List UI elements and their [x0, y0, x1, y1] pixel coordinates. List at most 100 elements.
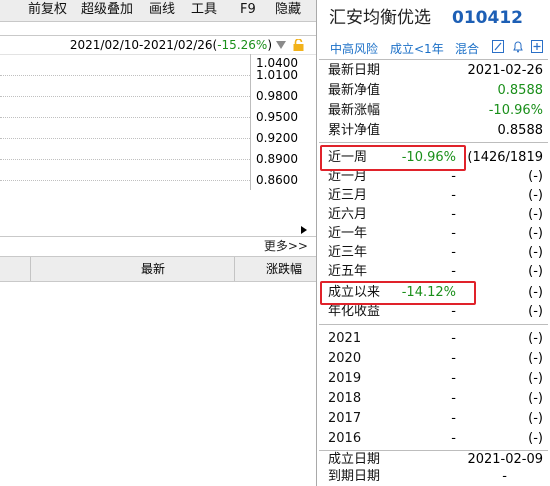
chart-panel: 前复权 超级叠加 画线 工具 F9 隐藏 2021/02/10-2021/02/…: [0, 0, 316, 486]
range-dropdown-icon[interactable]: [276, 41, 286, 49]
menu-hide[interactable]: 隐藏: [275, 2, 301, 18]
y-tick-label: 0.9800: [256, 89, 298, 103]
row-rank: (-): [528, 331, 543, 346]
row-label: 2016: [328, 431, 362, 446]
row-value: -: [451, 207, 456, 222]
gridline: [0, 117, 250, 118]
col-header-latest[interactable]: 最新: [141, 261, 165, 277]
year-row-2021[interactable]: 2021 - (-): [317, 329, 550, 348]
year-row-2020[interactable]: 2020 - (-): [317, 349, 550, 368]
column-separator[interactable]: [30, 257, 31, 281]
menu-f9[interactable]: F9: [240, 2, 256, 18]
row-value: -: [451, 331, 456, 346]
period-row-5y[interactable]: 近五年 - (-): [317, 262, 550, 281]
footer-row-maturity-date: 到期日期 -: [317, 467, 550, 486]
range-change: -15.26%: [217, 38, 268, 52]
row-rank: (-): [528, 431, 543, 446]
fund-info-panel: 汇安均衡优选 010412 中高风险 成立<1年 混合 最新日期 2021-02…: [316, 0, 550, 486]
row-rank: (1426/1819: [467, 150, 543, 165]
fund-name: 汇安均衡优选: [329, 8, 431, 28]
period-row-6m[interactable]: 近六月 - (-): [317, 205, 550, 224]
y-tick-label: 1.0100: [256, 68, 298, 82]
row-value: -: [451, 245, 456, 260]
row-value: -: [451, 264, 456, 279]
row-value: -: [451, 411, 456, 426]
row-label: 近三月: [328, 188, 368, 203]
gridline: [0, 96, 250, 97]
row-rank: (-): [528, 391, 543, 406]
divider: [319, 324, 548, 325]
row-label: 2020: [328, 351, 362, 366]
row-label: 近六月: [328, 207, 368, 222]
row-label: 最新净值: [328, 83, 381, 98]
row-value: -10.96%: [488, 103, 543, 118]
y-tick-label: 0.8600: [256, 173, 298, 187]
row-rank: (-): [528, 285, 543, 300]
summary-row-latest-date: 最新日期 2021-02-26: [317, 61, 550, 80]
row-label: 2019: [328, 371, 362, 386]
menu-bar: 前复权 超级叠加 画线 工具 F9 隐藏: [0, 0, 316, 22]
highlight-box: [320, 281, 476, 305]
row-value: -: [451, 371, 456, 386]
row-rank: (-): [528, 207, 543, 222]
column-separator[interactable]: [234, 257, 235, 281]
row-rank: (-): [528, 351, 543, 366]
gridline: [0, 159, 250, 160]
row-value: -: [451, 351, 456, 366]
year-row-2017[interactable]: 2017 - (-): [317, 409, 550, 428]
date-range-bar: 2021/02/10-2021/02/26(-15.26%): [0, 35, 316, 55]
row-value: -: [502, 469, 507, 484]
row-label: 2021: [328, 331, 362, 346]
row-value: -: [451, 188, 456, 203]
gridline: [0, 138, 250, 139]
menu-super-overlay[interactable]: 超级叠加: [81, 2, 133, 18]
table-header: 最新 涨跌幅: [0, 256, 316, 282]
year-row-2016[interactable]: 2016 - (-): [317, 429, 550, 448]
row-rank: (-): [528, 226, 543, 241]
tag-risk-level[interactable]: 中高风险: [330, 41, 378, 57]
plus-icon[interactable]: [531, 40, 543, 53]
more-link[interactable]: 更多>>: [264, 238, 308, 254]
row-rank: (-): [528, 264, 543, 279]
y-axis: 1.0400 1.0100 0.9800 0.9500 0.9200 0.890…: [250, 54, 317, 190]
bell-icon[interactable]: [512, 40, 524, 53]
menu-tools[interactable]: 工具: [191, 2, 217, 18]
row-label: 2017: [328, 411, 362, 426]
divider: [319, 142, 548, 143]
year-row-2019[interactable]: 2019 - (-): [317, 369, 550, 388]
fund-code: 010412: [452, 8, 523, 28]
gridline: [0, 75, 250, 76]
y-tick-label: 0.8900: [256, 152, 298, 166]
year-row-2018[interactable]: 2018 - (-): [317, 389, 550, 408]
row-rank: (-): [528, 169, 543, 184]
row-value: -: [451, 431, 456, 446]
y-tick-label: 0.9500: [256, 110, 298, 124]
menu-forward-adjust[interactable]: 前复权: [28, 2, 67, 18]
row-label: 最新日期: [328, 63, 381, 78]
period-row-1y[interactable]: 近一年 - (-): [317, 224, 550, 243]
period-row-3y[interactable]: 近三年 - (-): [317, 243, 550, 262]
row-rank: (-): [528, 245, 543, 260]
tag-type[interactable]: 混合: [455, 41, 479, 57]
lock-icon[interactable]: [293, 39, 304, 51]
row-label: 2018: [328, 391, 362, 406]
highlight-box: [320, 145, 466, 171]
col-header-change[interactable]: 涨跌幅: [266, 261, 302, 277]
gridline: [0, 180, 250, 181]
row-value: 2021-02-26: [467, 63, 543, 78]
chart-plot-area[interactable]: [0, 54, 250, 190]
period-row-3m[interactable]: 近三月 - (-): [317, 186, 550, 205]
menu-draw-line[interactable]: 画线: [149, 2, 175, 18]
row-value: 0.8588: [497, 123, 544, 138]
row-value: -: [451, 226, 456, 241]
row-label: 最新涨幅: [328, 103, 381, 118]
range-change-close: ): [267, 38, 272, 52]
row-label: 累计净值: [328, 123, 381, 138]
collapse-arrow-icon[interactable]: [301, 226, 307, 234]
tag-age[interactable]: 成立<1年: [390, 41, 444, 57]
row-value: 0.8588: [497, 83, 544, 98]
edit-icon[interactable]: [492, 40, 504, 53]
summary-row-latest-nav: 最新净值 0.8588: [317, 81, 550, 100]
row-rank: (-): [528, 304, 543, 319]
row-rank: (-): [528, 371, 543, 386]
